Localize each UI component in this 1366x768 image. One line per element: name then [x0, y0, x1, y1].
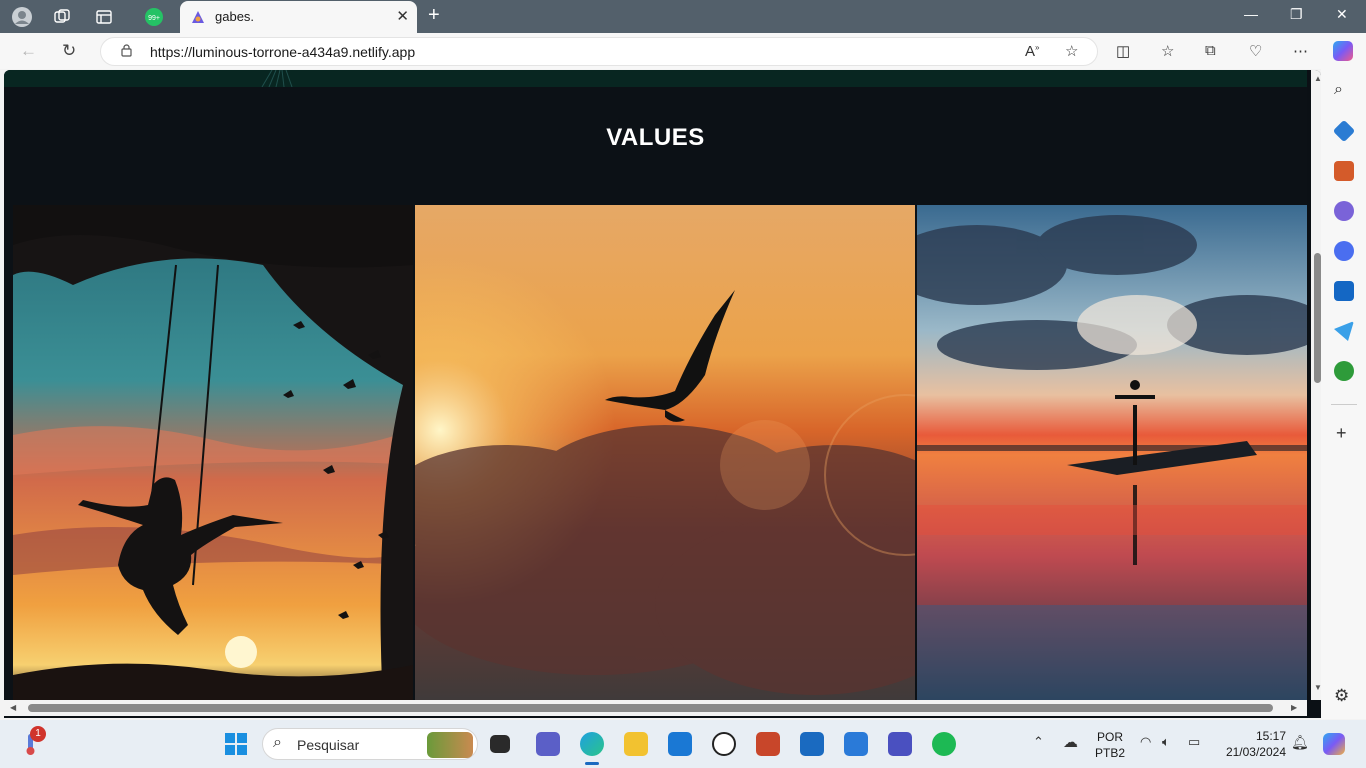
- notification-badge: 1: [30, 726, 46, 742]
- search-placeholder: Pesquisar: [297, 737, 360, 753]
- address-bar-row: ← ↻ https://luminous-torrone-a434a9.netl…: [0, 33, 1366, 69]
- minimize-button[interactable]: —: [1244, 6, 1258, 22]
- browser-tab-bar: 99+ gabes. ✕ + — ❐ ✕: [0, 0, 1366, 33]
- language-bottom: PTB2: [1094, 746, 1125, 760]
- tab-title: gabes.: [215, 9, 255, 24]
- sidebar-divider: [1331, 404, 1357, 405]
- copilot-icon[interactable]: [1333, 41, 1353, 61]
- close-icon[interactable]: ✕: [396, 7, 409, 25]
- vertical-scrollbar[interactable]: ▲ ▼: [1311, 70, 1321, 700]
- tree-icon[interactable]: [1334, 361, 1354, 381]
- workspaces-icon[interactable]: [50, 5, 74, 29]
- shopping-icon[interactable]: [1332, 119, 1356, 143]
- volume-icon[interactable]: 🔈︎: [1162, 734, 1170, 750]
- notifications-bell-icon[interactable]: 🔔︎: [1291, 734, 1309, 751]
- page-viewport: VALUES ▲ ▼: [4, 70, 1321, 718]
- favorites-icon[interactable]: ☆: [1161, 42, 1174, 60]
- clock-time: 15:17: [1255, 729, 1286, 743]
- wifi-icon[interactable]: ◠: [1140, 734, 1151, 750]
- values-image-sea: [917, 205, 1307, 705]
- refresh-icon[interactable]: ↻: [62, 41, 76, 61]
- start-button[interactable]: [224, 732, 248, 756]
- tab-actions-icon[interactable]: [92, 5, 116, 29]
- values-image-bird: [415, 205, 915, 705]
- split-screen-icon[interactable]: ◫: [1116, 42, 1130, 60]
- browser-essentials-icon[interactable]: ♡: [1249, 42, 1262, 60]
- clock[interactable]: 15:17 21/03/2024: [1216, 729, 1286, 759]
- whatsapp-icon[interactable]: 99+: [142, 5, 166, 29]
- values-section: VALUES: [4, 87, 1307, 717]
- scroll-right-icon[interactable]: ▶: [1291, 703, 1297, 712]
- edge-active-indicator: [585, 762, 599, 765]
- search-highlight-image: [427, 732, 473, 758]
- taskbar-search[interactable]: ⌕ Pesquisar: [262, 728, 478, 760]
- scroll-down-icon[interactable]: ▼: [1314, 683, 1321, 692]
- battery-icon[interactable]: ▭: [1188, 734, 1200, 750]
- weather-widget-icon[interactable]: 1: [22, 726, 46, 756]
- url-field[interactable]: https://luminous-torrone-a434a9.netlify.…: [100, 37, 1098, 66]
- notepad-icon[interactable]: [844, 732, 868, 756]
- search-icon: ⌕: [273, 734, 282, 751]
- onedrive-icon[interactable]: ☁: [1063, 733, 1078, 751]
- active-tab[interactable]: gabes. ✕: [180, 1, 417, 33]
- games-icon[interactable]: [1334, 201, 1354, 221]
- dell-icon[interactable]: [712, 732, 736, 756]
- new-tab-icon[interactable]: +: [428, 4, 440, 27]
- clock-date: 21/03/2024: [1225, 745, 1286, 759]
- whatsapp-badge: 99+: [148, 15, 160, 22]
- send-icon[interactable]: [1334, 321, 1354, 341]
- horizontal-scrollbar[interactable]: ◀ ▶: [4, 700, 1307, 716]
- mail-icon[interactable]: [668, 732, 692, 756]
- file-explorer-icon[interactable]: [624, 732, 648, 756]
- collections-icon[interactable]: ⧉: [1205, 42, 1216, 59]
- teams-new-icon[interactable]: [888, 732, 912, 756]
- url-text[interactable]: https://luminous-torrone-a434a9.netlify.…: [150, 44, 415, 60]
- horizontal-scroll-thumb[interactable]: [28, 704, 1273, 712]
- add-sidebar-icon[interactable]: +: [1336, 423, 1347, 444]
- task-view-icon[interactable]: [490, 735, 510, 753]
- more-icon[interactable]: ⋯: [1293, 42, 1308, 60]
- previous-section-image: [4, 70, 1307, 88]
- outlook-new-icon[interactable]: [800, 732, 824, 756]
- settings-icon[interactable]: ⚙: [1334, 686, 1349, 706]
- edge-icon[interactable]: [580, 732, 604, 756]
- section-title: VALUES: [606, 124, 705, 151]
- language-top: POR: [1096, 730, 1123, 744]
- outlook-icon[interactable]: [1334, 281, 1354, 301]
- back-icon[interactable]: ←: [20, 41, 37, 61]
- powerpoint-icon[interactable]: [756, 732, 780, 756]
- previous-section-edge: [4, 70, 1307, 88]
- show-hidden-icons[interactable]: ⌃: [1033, 734, 1044, 750]
- tools-icon[interactable]: [1334, 161, 1354, 181]
- teams-icon[interactable]: [536, 732, 560, 756]
- edge-sidebar: ⌕ + ⚙: [1321, 69, 1366, 719]
- copilot-taskbar-icon[interactable]: [1323, 733, 1345, 755]
- site-favicon: [192, 11, 204, 23]
- search-icon[interactable]: ⌕: [1334, 81, 1343, 99]
- lock-icon[interactable]: [121, 44, 132, 57]
- scroll-left-icon[interactable]: ◀: [10, 703, 16, 712]
- favorite-icon[interactable]: ☆: [1065, 42, 1078, 60]
- scroll-up-icon[interactable]: ▲: [1314, 74, 1321, 83]
- microsoft365-icon[interactable]: [1334, 241, 1354, 261]
- values-image-swing: [13, 205, 413, 705]
- vertical-scroll-thumb[interactable]: [1314, 253, 1321, 383]
- language-indicator[interactable]: POR PTB2: [1092, 730, 1128, 760]
- restore-button[interactable]: ❐: [1290, 6, 1303, 23]
- spotify-icon[interactable]: [932, 732, 956, 756]
- close-window-button[interactable]: ✕: [1336, 6, 1348, 23]
- read-aloud-icon[interactable]: A»: [1025, 43, 1039, 60]
- profile-icon[interactable]: [10, 5, 34, 29]
- windows-taskbar: 1 ⌕ Pesquisar ⌃ ☁ POR PTB2 ◠ 🔈︎ ▭ 15:17 …: [0, 720, 1366, 768]
